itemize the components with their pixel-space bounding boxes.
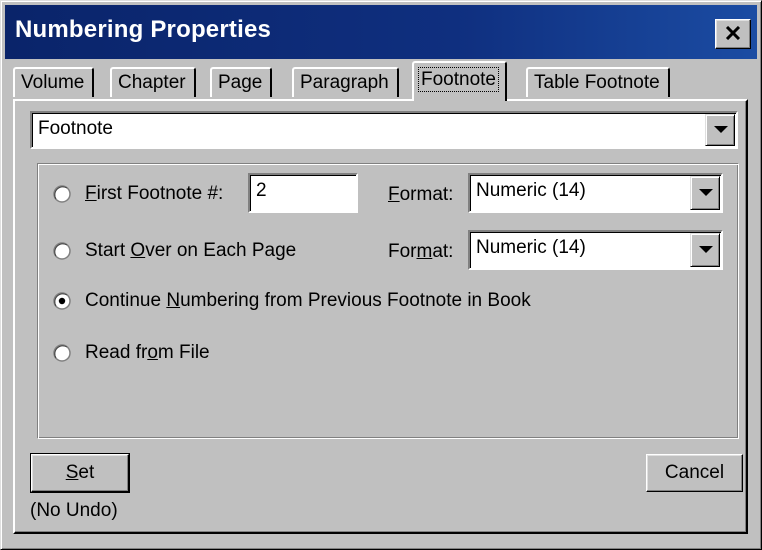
dropdown-button[interactable] [690, 233, 720, 267]
numbering-type-select[interactable]: Footnote [30, 111, 738, 149]
first-footnote-input[interactable]: 2 [248, 173, 358, 213]
first-footnote-value: 2 [256, 180, 267, 201]
read-from-file-label: Read from File [85, 342, 210, 363]
dropdown-button[interactable] [705, 114, 735, 146]
tab-chapter[interactable]: Chapter [110, 67, 196, 97]
format-label-1: Format: [388, 184, 454, 205]
tab-footnote[interactable]: Footnote [412, 61, 507, 101]
continue-numbering-label: Continue Numbering from Previous Footnot… [85, 290, 531, 311]
format-select-1[interactable]: Numeric (14) [468, 173, 723, 213]
format-value-1: Numeric (14) [476, 180, 586, 201]
start-over-label: Start Over on Each Page [85, 240, 297, 261]
format-select-2[interactable]: Numeric (14) [468, 230, 723, 270]
window-title: Numbering Properties [15, 16, 272, 43]
radio-unchecked-icon[interactable] [53, 344, 71, 362]
tab-label: Footnote [418, 67, 499, 92]
radio-unchecked-icon[interactable] [53, 185, 71, 203]
tab-label: Table Footnote [534, 72, 660, 93]
tab-label: Volume [21, 72, 85, 93]
tab-volume[interactable]: Volume [13, 67, 95, 97]
tab-page[interactable]: Page [210, 67, 273, 97]
set-button[interactable]: Set [30, 453, 130, 493]
format-label-2: Format: [388, 241, 454, 262]
close-button[interactable] [715, 19, 751, 49]
tab-label: Page [218, 72, 263, 93]
dialog-window: Numbering Properties Volume Chapter Page… [0, 0, 762, 550]
numbering-type-value: Footnote [38, 118, 113, 139]
tab-label: Paragraph [300, 72, 389, 93]
cancel-button[interactable]: Cancel [646, 454, 743, 492]
first-footnote-label: First Footnote #: [85, 183, 224, 204]
no-undo-note: (No Undo) [30, 500, 118, 521]
title-bar[interactable]: Numbering Properties [5, 5, 757, 59]
radio-unchecked-icon[interactable] [53, 242, 71, 260]
tab-paragraph[interactable]: Paragraph [292, 67, 399, 97]
dropdown-button[interactable] [690, 176, 720, 210]
radio-checked-icon[interactable] [53, 292, 71, 310]
tab-label: Chapter [118, 72, 186, 93]
format-value-2: Numeric (14) [476, 237, 586, 258]
tab-table-footnote[interactable]: Table Footnote [526, 67, 670, 97]
